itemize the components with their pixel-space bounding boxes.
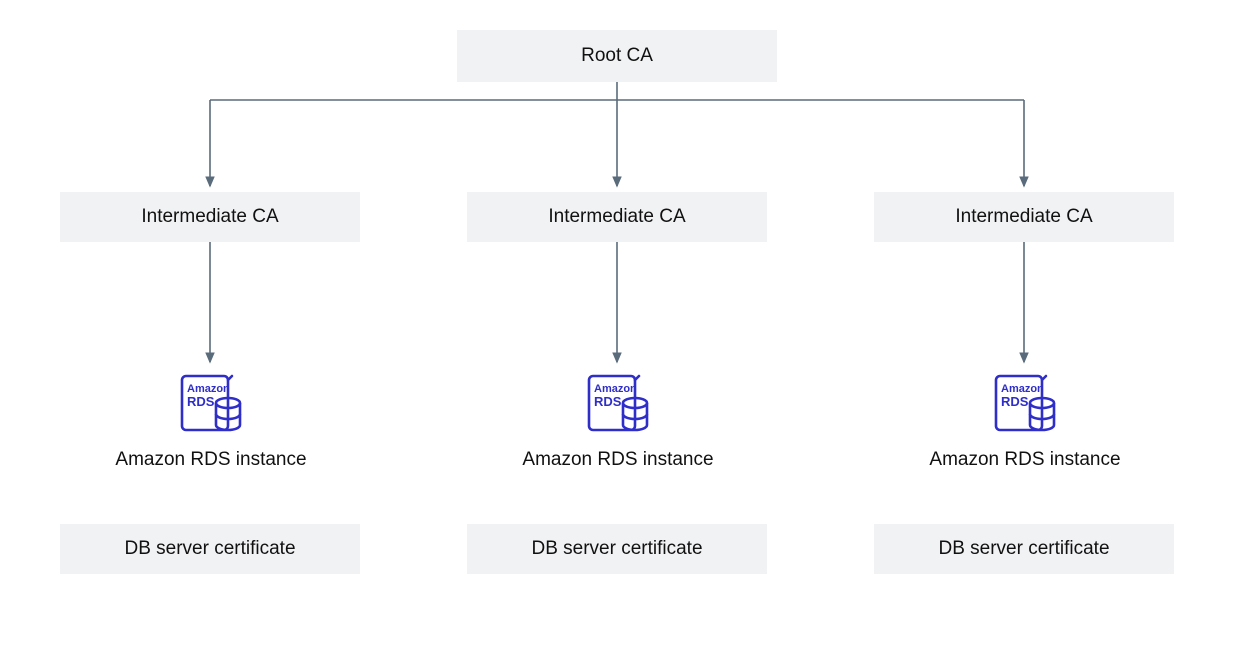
root-ca-box: Root CA	[457, 30, 777, 82]
intermediate-ca-box: Intermediate CA	[874, 192, 1174, 242]
intermediate-ca-box: Intermediate CA	[467, 192, 767, 242]
db-server-certificate-box: DB server certificate	[60, 524, 360, 574]
amazon-rds-icon: Amazon RDS	[990, 368, 1060, 438]
rds-instance-label: Amazon RDS instance	[111, 448, 311, 472]
rds-icon-text-line2: RDS	[187, 394, 215, 409]
rds-instance-label: Amazon RDS instance	[518, 448, 718, 472]
rds-icon-text-line2: RDS	[1001, 394, 1029, 409]
root-ca-label: Root CA	[581, 45, 653, 67]
db-server-certificate-box: DB server certificate	[467, 524, 767, 574]
amazon-rds-icon: Amazon RDS	[583, 368, 653, 438]
rds-icon-text-line2: RDS	[594, 394, 622, 409]
diagram-canvas: Root CA Intermediate CA Amazon RDS Amazo…	[0, 0, 1234, 646]
db-server-certificate-label: DB server certificate	[531, 538, 702, 560]
db-server-certificate-box: DB server certificate	[874, 524, 1174, 574]
rds-instance-label: Amazon RDS instance	[925, 448, 1125, 472]
amazon-rds-icon: Amazon RDS	[176, 368, 246, 438]
intermediate-ca-label: Intermediate CA	[955, 206, 1092, 228]
db-server-certificate-label: DB server certificate	[124, 538, 295, 560]
intermediate-ca-box: Intermediate CA	[60, 192, 360, 242]
intermediate-ca-label: Intermediate CA	[548, 206, 685, 228]
db-server-certificate-label: DB server certificate	[938, 538, 1109, 560]
intermediate-ca-label: Intermediate CA	[141, 206, 278, 228]
